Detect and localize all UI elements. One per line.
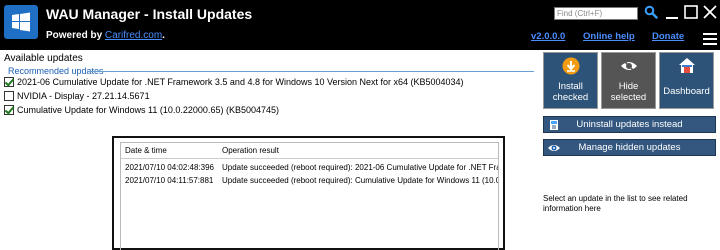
group-divider	[88, 71, 534, 72]
log-datetime: 2021/07/10 04:02:48:396	[125, 163, 214, 172]
app-logo	[4, 5, 38, 39]
actions-panel: Install checked Hide selected Dashboard Un…	[540, 50, 720, 250]
update-checkbox[interactable]	[4, 91, 14, 101]
menu-icon[interactable]	[703, 33, 717, 45]
install-label-1: Install	[558, 81, 583, 92]
install-checked-button[interactable]: Install checked	[543, 52, 598, 109]
available-updates-label: Available updates	[4, 53, 83, 64]
download-icon	[562, 57, 580, 75]
update-label: Cumulative Update for Windows 11 (10.0.2…	[17, 105, 279, 115]
update-item[interactable]: NVIDIA - Display - 27.21.14.5671	[4, 89, 150, 103]
windows-logo-icon	[12, 12, 30, 32]
hide-selected-button[interactable]: Hide selected	[601, 52, 656, 109]
uninstall-updates-button[interactable]: Uninstall updates instead	[543, 116, 716, 133]
update-info-text: Select an update in the list to see rela…	[543, 194, 688, 213]
update-checkbox[interactable]	[4, 77, 14, 87]
manage-hidden-button[interactable]: Manage hidden updates	[543, 139, 716, 156]
search-icon[interactable]	[644, 5, 658, 19]
update-item[interactable]: 2021-06 Cumulative Update for .NET Frame…	[4, 75, 464, 89]
update-label: NVIDIA - Display - 27.21.14.5671	[17, 91, 150, 101]
log-result: Update succeeded (reboot required): 2021…	[222, 163, 498, 172]
col-datetime[interactable]: Date & time	[125, 146, 167, 155]
hide-eye-icon	[621, 59, 637, 73]
dashboard-button[interactable]: Dashboard	[659, 52, 714, 109]
minimize-icon[interactable]	[664, 4, 680, 20]
carifred-link[interactable]: Carifred.com	[105, 30, 162, 41]
updates-panel: Available updates Recommended updates 20…	[0, 50, 540, 250]
online-help-link[interactable]: Online help	[583, 31, 635, 42]
install-label-2: checked	[552, 92, 589, 103]
log-result: Update succeeded (reboot required): Cumu…	[222, 176, 498, 185]
operation-log-table: Date & time Operation result 2021/07/10 …	[120, 142, 499, 250]
hide-label-2: selected	[610, 92, 647, 103]
close-icon[interactable]	[702, 4, 718, 20]
maximize-icon[interactable]	[683, 4, 699, 20]
manage-hidden-label: Manage hidden updates	[578, 142, 681, 153]
update-item[interactable]: Cumulative Update for Windows 11 (10.0.2…	[4, 103, 279, 117]
log-header: Date & time Operation result	[121, 143, 498, 159]
version-link[interactable]: v2.0.0.0	[531, 31, 565, 42]
update-label: 2021-06 Cumulative Update for .NET Frame…	[17, 77, 464, 87]
uninstall-label: Uninstall updates instead	[576, 119, 683, 130]
powered-by-suffix: .	[162, 30, 165, 41]
home-icon	[679, 58, 695, 73]
uninstall-icon	[550, 120, 558, 130]
dashboard-label: Dashboard	[663, 86, 710, 97]
operation-log-panel: Date & time Operation result 2021/07/10 …	[112, 136, 505, 250]
powered-by-prefix: Powered by	[46, 30, 105, 41]
log-datetime: 2021/07/10 04:11:57:881	[125, 176, 214, 185]
hide-label-1: Hide	[618, 81, 639, 92]
window-title: WAU Manager - Install Updates	[46, 6, 253, 22]
update-checkbox[interactable]	[4, 105, 14, 115]
donate-link[interactable]: Donate	[652, 31, 684, 42]
title-bar: WAU Manager - Install Updates Powered by…	[0, 0, 720, 50]
find-input[interactable]: Find (Ctrl+F)	[554, 7, 638, 20]
col-result[interactable]: Operation result	[222, 146, 279, 155]
powered-by: Powered by Carifred.com.	[46, 30, 165, 41]
eye-icon	[548, 145, 560, 151]
